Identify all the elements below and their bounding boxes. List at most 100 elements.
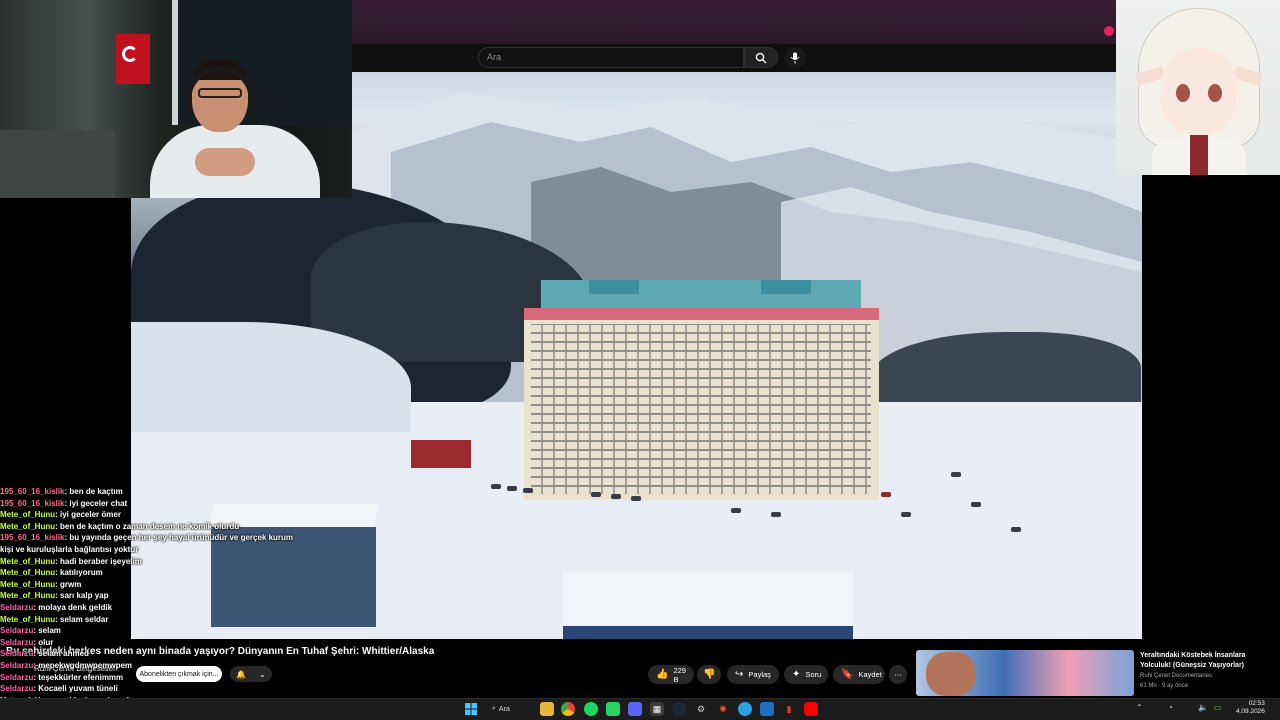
chevron-up-icon[interactable]: ⌃	[1136, 703, 1143, 712]
voice-search-button[interactable]	[784, 47, 806, 68]
avatar-eye-left	[1176, 84, 1190, 102]
chat-text: : iyi geceler chat	[64, 498, 128, 508]
chat-message: Mete_of_Hunu: iyi geceler ömer	[0, 509, 310, 521]
discord-icon[interactable]	[628, 702, 642, 716]
chat-text: : selam ahmed	[33, 649, 89, 659]
chat-username: Seldarzu	[0, 660, 34, 670]
red-app-icon[interactable]: ▮	[782, 702, 796, 716]
share-label: Paylaş	[748, 670, 771, 679]
chat-username: 195_60_16_kislik	[0, 498, 65, 508]
chat-username: Seldarzu	[0, 626, 34, 636]
chat-message: kişi ve kuruluşlarla bağlantısı yoktur	[0, 544, 310, 556]
chat-message: Seldarzu: molaya denk geldik	[0, 602, 310, 614]
car	[971, 502, 981, 507]
battery-icon[interactable]: ▭	[1214, 703, 1222, 712]
chat-username: Mete_of_Hunu	[0, 568, 56, 578]
chat-username: Mete_of_Hunu	[0, 614, 56, 624]
stream-chat: 195_60_16_kislik: ben de kaçtım 195_60_16…	[0, 486, 310, 720]
windows-start-icon[interactable]	[464, 702, 478, 716]
chat-text: : ben de kaçtım	[64, 487, 123, 496]
thumbs-up-icon: 👍	[656, 668, 669, 680]
turkish-flag-icon	[116, 34, 150, 84]
chat-username: Seldarzu	[0, 602, 34, 612]
chat-username: Mete_of_Hunu	[0, 556, 56, 566]
chat-text: : Kocaeli yuvam tüneli	[33, 684, 118, 694]
chat-message: Mete_of_Hunu: selam seldar	[0, 614, 310, 626]
building-windows	[531, 324, 871, 494]
calculator-icon[interactable]: ▦	[650, 702, 664, 716]
chat-message: Mete_of_Hunu: hadi beraber işeyelim	[0, 556, 310, 568]
foreground-building	[563, 572, 853, 639]
glasses-icon	[198, 88, 242, 98]
volume-icon[interactable]: 🔈	[1198, 703, 1208, 712]
car	[951, 472, 961, 477]
search-button[interactable]	[744, 47, 778, 68]
chat-message: 195_60_16_kislik: ben de kaçtım	[0, 486, 310, 498]
settings-icon[interactable]: ⚙	[694, 702, 708, 716]
bookmark-icon: 🔖	[841, 668, 854, 680]
share-button[interactable]: ↪ Paylaş	[727, 665, 779, 684]
chat-message: Seldarzu: olur	[0, 637, 310, 649]
dislike-button[interactable]: 👎	[697, 665, 721, 684]
chrome-icon[interactable]	[561, 702, 575, 716]
chat-text: : bu yayında geçen her şey hayal ürünüdü…	[64, 533, 294, 543]
network-icon[interactable]: ◔	[1168, 703, 1173, 712]
app-icon[interactable]: ✺	[716, 702, 730, 716]
building-roof-right	[761, 280, 811, 294]
save-button[interactable]: 🔖 Kaydet	[833, 665, 885, 684]
edge-icon[interactable]	[738, 702, 752, 716]
share-icon: ↪	[735, 668, 744, 680]
ask-label: Soru	[805, 670, 822, 679]
taskbar-search[interactable]: ⌕ Ara	[492, 701, 532, 717]
taskbar-clock[interactable]: 02:53 4.09.2026	[1236, 700, 1265, 716]
chat-username: Mete_of_Hunu	[0, 510, 56, 520]
avatar-tie	[1190, 135, 1208, 175]
chat-username: Seldarzu	[0, 672, 34, 682]
chat-message: Seldarzu: selam ahmed	[0, 648, 310, 660]
chat-message: Mete_of_Hunu: ben de kaçtım o zaman dese…	[0, 521, 310, 533]
chat-message: Mete_of_Hunu: grwm	[0, 579, 310, 591]
avatar-face	[1161, 48, 1237, 136]
like-button[interactable]: 👍 229 B	[648, 665, 694, 684]
chat-username: Seldarzu	[0, 637, 34, 647]
car	[731, 508, 741, 513]
red-building	[411, 440, 471, 468]
anime-avatar	[1116, 0, 1280, 175]
chat-text: : katılıyorum	[55, 568, 103, 578]
chat-username: Mete_of_Hunu	[0, 591, 56, 601]
clock-time: 02:53	[1248, 700, 1265, 707]
chat-username: Seldarzu	[0, 649, 34, 659]
steam-icon[interactable]	[672, 702, 686, 716]
chat-username: Mete_of_Hunu	[0, 579, 56, 589]
chat-username: Seldarzu	[0, 684, 34, 694]
chat-text: : molaya denk geldik	[33, 602, 113, 612]
save-label: Kaydet	[858, 670, 882, 679]
chat-message: Seldarzu: mepekwgdmwpemwpem	[0, 660, 310, 672]
recommended-channel[interactable]: Ruhi Çenet Documentaries	[1140, 673, 1212, 679]
chat-message: Seldarzu: teşekkürler efenimmm	[0, 672, 310, 684]
building-roof-left	[589, 280, 639, 294]
chat-text: : sarı kalp yap	[55, 591, 109, 601]
spotify-icon[interactable]	[584, 702, 598, 716]
youtube-icon[interactable]	[804, 702, 818, 716]
sparkle-icon: ✦	[792, 668, 801, 680]
vscode-icon[interactable]	[760, 702, 774, 716]
more-icon: ⋯	[894, 670, 902, 679]
chat-text: : ben de kaçtım o zaman desem ne komik o…	[55, 521, 240, 531]
chat-message: 195_60_16_kislik: iyi geceler chat	[0, 498, 310, 510]
more-actions-button[interactable]: ⋯	[889, 665, 907, 684]
car	[523, 488, 533, 493]
file-explorer-icon[interactable]	[540, 702, 554, 716]
chat-username: 195_60_16_kislik	[0, 533, 65, 543]
chat-message: Mete_of_Hunu: katılıyorum	[0, 567, 310, 579]
search-icon	[755, 52, 767, 63]
chat-text: : iyi geceler ömer	[55, 510, 121, 520]
recommended-title[interactable]: Yeraltındaki Köstebek İnsanlara Yolculuk…	[1140, 651, 1270, 671]
ask-button[interactable]: ✦ Soru	[784, 665, 828, 684]
thumbs-down-icon: 👎	[703, 668, 716, 680]
whatsapp-icon[interactable]	[606, 702, 620, 716]
streamer-hands	[195, 148, 255, 176]
recommended-thumbnail[interactable]	[916, 650, 1134, 696]
search-input[interactable]: Ara	[478, 47, 744, 68]
car	[507, 486, 517, 491]
